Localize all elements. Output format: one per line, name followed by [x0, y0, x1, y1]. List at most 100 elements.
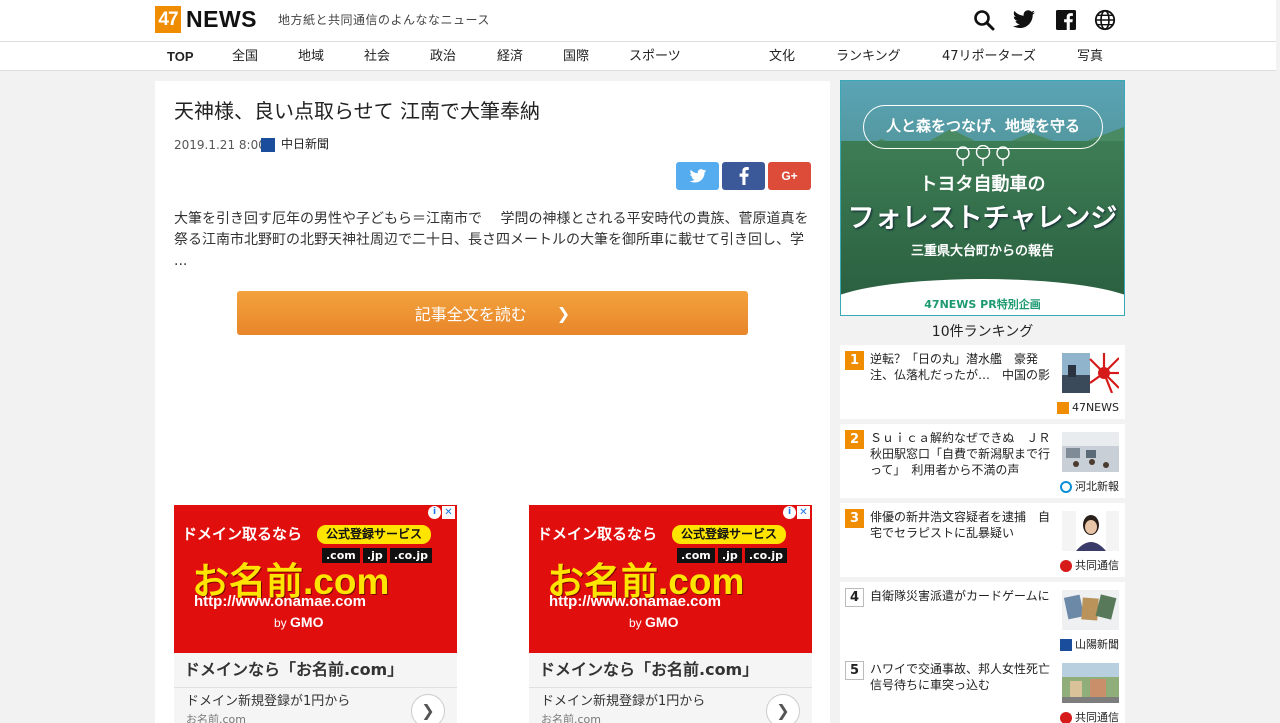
ad-text-panel[interactable]: ドメインなら「お名前.com」 ドメイン新規登録が1円から お名前.com ❯: [174, 653, 457, 723]
scrollbar[interactable]: [1276, 0, 1280, 723]
trees-icon: [956, 145, 1010, 166]
ad-gmo-logo: GMO: [645, 614, 679, 630]
nav-top[interactable]: TOP: [167, 48, 194, 65]
ad-info-icon[interactable]: i: [783, 506, 796, 519]
divider: [529, 687, 812, 688]
pr-label: 47NEWS PR特別企画: [924, 298, 1041, 311]
ad-badge: 公式登録サービス: [672, 525, 786, 544]
article-date: 2019.1.21 8:00: [174, 138, 266, 152]
rank-source-name: 共同通信: [1075, 711, 1119, 723]
rank-headline[interactable]: Ｓｕｉｃａ解約なぜできぬ ＪＲ秋田駅窓口「自費で新潟駅まで行って」 利用者から不…: [870, 430, 1056, 478]
facebook-icon: [739, 167, 749, 185]
chevron-right-icon[interactable]: ❯: [766, 694, 800, 723]
kyodo-logo-icon: [1060, 712, 1072, 723]
nav-culture[interactable]: 文化: [769, 48, 795, 65]
nav-47reporters[interactable]: 47リポーターズ: [942, 48, 1036, 65]
rank-headline[interactable]: 逆転？「日の丸」潜水艦 豪発注、仏落札だったが… 中国の影: [870, 351, 1056, 383]
chevron-right-icon[interactable]: ❯: [411, 694, 445, 723]
ad-onamae-2[interactable]: ドメイン取るなら 公式登録サービス .com .jp .co.jp お名前.co…: [529, 505, 812, 723]
globe-icon[interactable]: [1093, 8, 1117, 32]
nav-national[interactable]: 全国: [232, 48, 258, 65]
sanyo-logo-icon: [1060, 639, 1072, 651]
ad-line1: ドメイン取るなら: [182, 525, 303, 543]
site-header: 47 NEWS 地方紙と共同通信のよんななニュース: [0, 0, 1280, 42]
logo-47[interactable]: 47: [155, 6, 181, 33]
pr-report-text: 三重県大台町からの報告: [910, 244, 1054, 259]
ad-close-icon[interactable]: ✕: [442, 506, 455, 519]
divider: [174, 687, 457, 688]
ad-subtext: ドメイン新規登録が1円から: [541, 694, 706, 709]
rank-headline[interactable]: ハワイで交通事故、邦人女性死亡 信号待ちに車突っ込む: [870, 661, 1062, 693]
rank-source: 河北新報: [1060, 480, 1119, 494]
ad-onamae-1[interactable]: ドメイン取るなら 公式登録サービス .com .jp .co.jp お名前.co…: [174, 505, 457, 723]
share-twitter-button[interactable]: [676, 162, 719, 190]
rank-thumbnail[interactable]: [1062, 353, 1119, 393]
rank-number: 4: [845, 588, 864, 607]
rank-number: 5: [845, 661, 864, 680]
article-summary: 大筆を引き回す厄年の男性や子どもら＝江南市で 学問の神様とされる平安時代の貴族、…: [174, 211, 809, 269]
rank-source-name: 山陽新聞: [1075, 638, 1119, 651]
logo-news[interactable]: NEWS: [186, 5, 257, 33]
47news-logo-icon: [1056, 402, 1069, 414]
rank-thumbnail[interactable]: [1062, 663, 1119, 703]
twitter-icon[interactable]: [1012, 8, 1036, 32]
article-source[interactable]: 中日新聞: [281, 137, 329, 152]
rank-source: 共同通信: [1060, 559, 1119, 573]
rank-thumbnail[interactable]: [1062, 432, 1119, 472]
ad-headline: ドメインなら「お名前.com」: [539, 660, 759, 679]
ranking-item[interactable]: 3 俳優の新井浩文容疑者を逮捕 自宅でセラピストに乱暴疑い 共同通信: [840, 503, 1125, 577]
rank-thumbnail[interactable]: [1062, 511, 1119, 551]
nav-economy[interactable]: 経済: [497, 48, 523, 65]
pr-toyota-text: トヨタ自動車の: [919, 174, 1046, 195]
facebook-icon[interactable]: [1054, 8, 1078, 32]
ad-tld: .co.jp: [744, 548, 787, 563]
read-full-article-button[interactable]: 記事全文を読む ❯: [237, 291, 748, 335]
pr-challenge-text: フォレストチャレンジ: [847, 203, 1118, 234]
rank-headline[interactable]: 自衛隊災害派遣がカードゲームに: [870, 588, 1056, 604]
nav-sports[interactable]: スポーツ: [629, 48, 681, 65]
ad-banner[interactable]: ドメイン取るなら 公式登録サービス .com .jp .co.jp お名前.co…: [529, 505, 812, 653]
nav-photo[interactable]: 写真: [1077, 48, 1103, 65]
search-icon[interactable]: [972, 8, 996, 32]
article-title: 天神様、良い点取らせて 江南で大筆奉納: [174, 99, 540, 123]
nav-region[interactable]: 地域: [298, 48, 324, 65]
rank-source: 山陽新聞: [1060, 638, 1119, 652]
rank-source-name: 河北新報: [1075, 480, 1119, 493]
ad-banner[interactable]: ドメイン取るなら 公式登録サービス .com .jp .co.jp お名前.co…: [174, 505, 457, 653]
nav-international[interactable]: 国際: [563, 48, 589, 65]
rank-source: 47NEWS: [1056, 401, 1119, 415]
ranking-item[interactable]: 2 Ｓｕｉｃａ解約なぜできぬ ＪＲ秋田駅窓口「自費で新潟駅まで行って」 利用者か…: [840, 424, 1125, 498]
ranking-title: 10件ランキング: [931, 324, 1034, 340]
rank-number: 1: [845, 351, 864, 370]
site-tagline: 地方紙と共同通信のよんななニュース: [278, 13, 490, 27]
read-full-article-label: 記事全文を読む: [414, 305, 527, 324]
rank-number: 2: [845, 430, 864, 449]
pr-forest-challenge-banner[interactable]: 人と森をつなげ、地域を守る トヨタ自動車の フォレストチャレンジ 三重県大台町か…: [840, 80, 1125, 316]
rank-source-name: 共同通信: [1075, 559, 1119, 572]
ranking-item[interactable]: 4 自衛隊災害派遣がカードゲームに 山陽新聞: [840, 582, 1125, 656]
ad-gmo: by GMO: [629, 615, 678, 630]
ad-url: http://www.onamae.com: [549, 593, 721, 610]
ranking-item[interactable]: 1 逆転？「日の丸」潜水艦 豪発注、仏落札だったが… 中国の影 47NEWS: [840, 345, 1125, 419]
ad-line1: ドメイン取るなら: [537, 525, 658, 543]
nav-society[interactable]: 社会: [364, 48, 390, 65]
ranking-item[interactable]: 5 ハワイで交通事故、邦人女性死亡 信号待ちに車突っ込む 共同通信: [840, 655, 1125, 723]
twitter-icon: [689, 168, 706, 182]
rank-headline[interactable]: 俳優の新井浩文容疑者を逮捕 自宅でセラピストに乱暴疑い: [870, 509, 1056, 541]
nav-politics[interactable]: 政治: [430, 48, 456, 65]
share-googleplus-button[interactable]: G+: [768, 162, 811, 190]
share-facebook-button[interactable]: [722, 162, 765, 190]
ad-text-panel[interactable]: ドメインなら「お名前.com」 ドメイン新規登録が1円から お名前.com ❯: [529, 653, 812, 723]
ad-url: http://www.onamae.com: [194, 593, 366, 610]
ad-gmo-logo: GMO: [290, 614, 324, 630]
rank-thumbnail[interactable]: [1062, 590, 1119, 630]
ad-by: by: [629, 616, 642, 630]
article-panel: 天神様、良い点取らせて 江南で大筆奉納 2019.1.21 8:00 中日新聞 …: [155, 81, 830, 723]
ad-info-icon[interactable]: i: [428, 506, 441, 519]
rank-source-name: 47NEWS: [1071, 401, 1119, 414]
rank-number: 3: [845, 509, 864, 528]
ad-subtext: ドメイン新規登録が1円から: [186, 694, 351, 709]
nav-ranking[interactable]: ランキング: [836, 48, 901, 65]
ad-close-icon[interactable]: ✕: [797, 506, 810, 519]
kyodo-logo-icon: [1060, 560, 1072, 572]
